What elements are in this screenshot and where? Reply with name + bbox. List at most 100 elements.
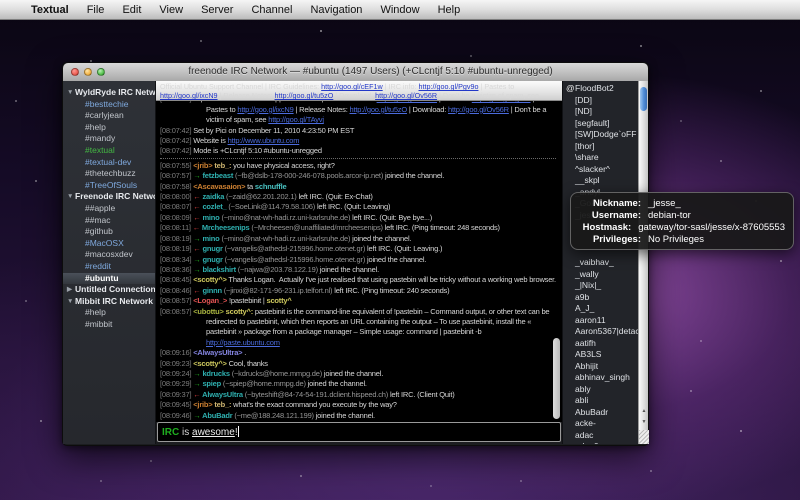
timestamp: [08:08:00]: [160, 192, 193, 201]
user-list-item[interactable]: \share: [563, 152, 638, 164]
chat-line: [08:08:57] <Logan_> !pastebinit | scotty…: [160, 296, 556, 306]
sidebar-item-github[interactable]: #github: [63, 226, 155, 238]
triangle-down-icon[interactable]: ▼: [67, 296, 75, 308]
user-list-item[interactable]: a9b: [563, 292, 638, 304]
triangle-down-icon[interactable]: ▼: [67, 191, 75, 203]
sidebar-group-freenode-irc-network[interactable]: ▼Freenode IRC Network: [63, 191, 155, 203]
timestamp: [08:08:57]: [160, 307, 193, 316]
user-list-item[interactable]: _wally: [563, 269, 638, 281]
user-nick: adan0s_: [575, 441, 608, 444]
user-list-item[interactable]: _vaibhav_: [563, 257, 638, 269]
link[interactable]: http://goo.gl/Ov56R: [448, 105, 509, 114]
sidebar-item-TreeOfSouls[interactable]: #TreeOfSouls: [63, 180, 155, 192]
link[interactable]: http://goo.gl/cEF1w: [377, 101, 437, 103]
sidebar-item-thetechbuzz[interactable]: #thetechbuzz: [63, 168, 155, 180]
timestamp: [08:08:45]: [160, 275, 193, 284]
zoom-button[interactable]: [97, 68, 105, 76]
menu-item-channel[interactable]: Channel: [242, 4, 301, 16]
user-list-item[interactable]: Abhijit: [563, 361, 638, 373]
user-list-item[interactable]: [SW]Dodge`oFF: [563, 129, 638, 141]
link[interactable]: http://www.ubuntu.com: [228, 136, 300, 145]
chat-line: [08:08:11] ← Mrcheesenips (~Mrcheesen@un…: [160, 223, 556, 233]
user-list-item[interactable]: A_J_: [563, 303, 638, 315]
sidebar-group-untitled-connection[interactable]: ▶Untitled Connection: [63, 284, 155, 296]
userlist-scrollbar-thumb[interactable]: [640, 87, 647, 111]
sidebar-item-ubuntu[interactable]: #ubuntu: [63, 273, 155, 285]
window-resize-grip[interactable]: [639, 430, 649, 444]
user-list-item[interactable]: ^slacker^: [563, 164, 638, 176]
sidebar-item-help[interactable]: #help: [63, 122, 155, 134]
link[interactable]: http://goo.gl/ixcN9: [237, 105, 293, 114]
sidebar-item-mac[interactable]: ##mac: [63, 215, 155, 227]
user-list-item[interactable]: [ND]: [563, 106, 638, 118]
user-nick: ably: [575, 384, 591, 394]
user-list-item[interactable]: adac: [563, 430, 638, 442]
text-segment: <jrib>: [193, 400, 212, 409]
user-list-item[interactable]: aatifh: [563, 338, 638, 350]
user-list-item[interactable]: acke-: [563, 418, 638, 430]
sidebar-item-mibbit[interactable]: #mibbit: [63, 319, 155, 331]
user-list-item[interactable]: ably: [563, 384, 638, 396]
link[interactable]: http://goo.gl/Ov56R: [375, 91, 437, 100]
userlist-scrollbar[interactable]: ▲ ▼: [638, 81, 648, 444]
text-segment: (~mino@nat-wh-hadi.rz.uni-karlsruhe.de): [220, 234, 353, 243]
triangle-right-icon[interactable]: ▶: [67, 284, 75, 296]
sidebar-item-mandy[interactable]: #mandy: [63, 133, 155, 145]
link[interactable]: http://goo.gl/tu5zO: [275, 91, 334, 100]
menu-item-help[interactable]: Help: [429, 4, 470, 16]
sidebar-group-mibbit-irc-network[interactable]: ▼Mibbit IRC Network: [63, 296, 155, 308]
timestamp: [08:08:19]: [160, 244, 193, 253]
menu-item-textual[interactable]: Textual: [22, 4, 78, 16]
user-list-item[interactable]: Aaron5367|detach: [563, 326, 638, 338]
user-list-item[interactable]: AbuBadr: [563, 407, 638, 419]
user-list-item[interactable]: abhinav_singh: [563, 372, 638, 384]
timestamp: [08:07:42]: [160, 146, 193, 155]
menu-item-window[interactable]: Window: [371, 4, 428, 16]
chat-line: [08:08:57] <ubottu> scotty^: pastebinit …: [160, 307, 556, 349]
sidebar-item-apple[interactable]: ##apple: [63, 203, 155, 215]
sidebar-item-macosxdev[interactable]: #macosxdev: [63, 249, 155, 261]
user-list-item[interactable]: aaron11: [563, 315, 638, 327]
sidebar-item-MacOSX[interactable]: #MacOSX: [63, 238, 155, 250]
user-list-item[interactable]: __skpl: [563, 175, 638, 187]
sidebar-group-wyldryde-irc-network[interactable]: ▼WyldRyde IRC Network: [63, 87, 155, 99]
user-list-item[interactable]: [DD]: [563, 95, 638, 107]
menu-item-file[interactable]: File: [78, 4, 114, 16]
triangle-down-icon[interactable]: ▼: [67, 87, 75, 99]
chat-line: [08:08:07] ← cozlet_ (~SoeLink@114.79.58…: [160, 202, 556, 212]
sidebar-item-help[interactable]: #help: [63, 307, 155, 319]
message-input[interactable]: IRC is awesome!: [157, 422, 561, 442]
sidebar-item-carlyjean[interactable]: #carlyjean: [63, 110, 155, 122]
user-list-item[interactable]: abli: [563, 395, 638, 407]
minimize-button[interactable]: [84, 68, 92, 76]
sidebar-item-besttechie[interactable]: #besttechie: [63, 99, 155, 111]
close-button[interactable]: [71, 68, 79, 76]
user-list-item[interactable]: [segfault]: [563, 118, 638, 130]
link[interactable]: http://goo.gl/TAyvj: [268, 115, 324, 124]
menu-item-edit[interactable]: Edit: [113, 4, 150, 16]
text-segment: fetzbeast: [202, 171, 233, 180]
link[interactable]: http://goo.gl/Pgv9o: [472, 101, 531, 103]
link[interactable]: http://goo.gl/tu5zO: [349, 105, 407, 114]
link[interactable]: http://paste.ubuntu.com: [206, 338, 280, 347]
scroll-down-arrow-icon[interactable]: ▼: [639, 417, 649, 428]
scroll-up-arrow-icon[interactable]: ▲: [639, 406, 649, 417]
user-list-item[interactable]: AB3LS: [563, 349, 638, 361]
sidebar-item-textual-dev[interactable]: #textual-dev: [63, 157, 155, 169]
link[interactable]: http://goo.gl/Pgv9o: [419, 82, 479, 91]
chat-scrollbar-thumb[interactable]: [553, 338, 560, 419]
menu-item-server[interactable]: Server: [192, 4, 242, 16]
popover-label: Username:: [579, 210, 641, 222]
sidebar-item-reddit[interactable]: #reddit: [63, 261, 155, 273]
user-list-item[interactable]: @FloodBot2: [563, 83, 638, 95]
user-list-item[interactable]: [thor]: [563, 141, 638, 153]
user-nick: adac: [575, 430, 593, 440]
user-list-item[interactable]: _|Nix|_: [563, 280, 638, 292]
link[interactable]: http://goo.gl/cEF1w: [321, 82, 383, 91]
menu-item-navigation[interactable]: Navigation: [301, 4, 371, 16]
sidebar-group-label: Mibbit IRC Network: [75, 296, 153, 306]
user-list-item[interactable]: adan0s_: [563, 441, 638, 444]
menu-item-view[interactable]: View: [150, 4, 192, 16]
sidebar-item-textual[interactable]: #textual: [63, 145, 155, 157]
link[interactable]: http://goo.gl/ixcN9: [160, 91, 218, 100]
